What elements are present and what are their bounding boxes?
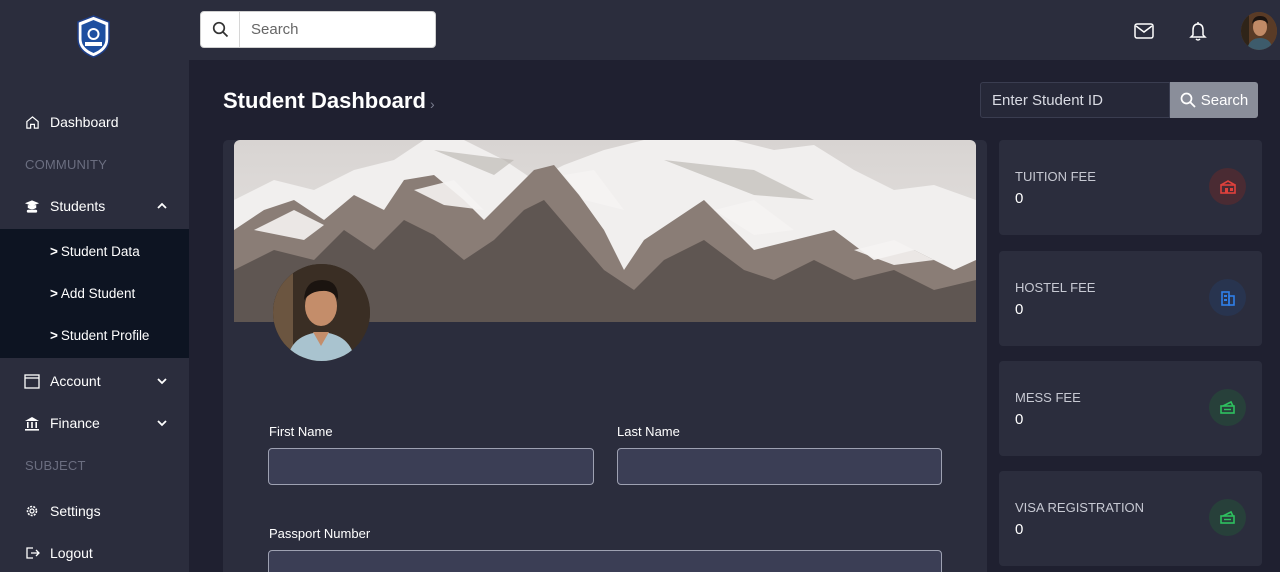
sidebar-item-label: Account [50, 373, 101, 389]
sidebar-item-student-profile[interactable]: > Student Profile [50, 328, 149, 343]
breadcrumb-caret: › [430, 96, 435, 112]
first-name-field[interactable] [268, 448, 594, 485]
bell-icon[interactable] [1187, 20, 1209, 42]
student-icon [24, 198, 40, 214]
window-icon [24, 373, 40, 389]
student-id-input[interactable] [980, 82, 1170, 118]
stat-label: TUITION FEE [1015, 169, 1096, 184]
profile-photo[interactable] [273, 264, 370, 361]
stat-card-mess-fee: MESS FEE 0 [999, 361, 1262, 456]
global-search[interactable] [200, 11, 436, 48]
mail-icon[interactable] [1133, 20, 1155, 42]
section-label-community: COMMUNITY [25, 157, 107, 172]
sidebar-item-label: Logout [50, 545, 93, 561]
money-icon [1209, 499, 1246, 536]
stat-label: HOSTEL FEE [1015, 280, 1096, 295]
logout-icon [24, 545, 40, 561]
money-icon [1209, 389, 1246, 426]
sidebar-item-settings[interactable]: Settings [0, 493, 189, 529]
stat-card-visa-registration: VISA REGISTRATION 0 [999, 471, 1262, 566]
sidebar-item-label: Dashboard [50, 114, 119, 130]
sidebar-item-add-student[interactable]: > Add Student [50, 286, 135, 301]
sidebar: Dashboard COMMUNITY Students > Student Da… [0, 0, 189, 572]
stat-card-hostel-fee: HOSTEL FEE 0 [999, 251, 1262, 346]
stat-value: 0 [1015, 301, 1024, 318]
sidebar-item-students[interactable]: Students [0, 188, 189, 224]
sidebar-item-account[interactable]: Account [0, 363, 189, 399]
student-search-button[interactable]: Search [1170, 82, 1258, 118]
sidebar-item-label: Settings [50, 503, 101, 519]
section-label-subject: SUBJECT [25, 458, 86, 473]
stat-card-tuition-fee: TUITION FEE 0 [999, 140, 1262, 235]
gear-icon [24, 503, 40, 519]
university-logo [77, 15, 110, 58]
page-title: Student Dashboard [223, 88, 426, 113]
search-icon[interactable] [201, 12, 240, 47]
home-icon [24, 114, 40, 130]
search-input[interactable] [240, 21, 430, 38]
chevron-down-icon [157, 378, 167, 385]
passport-number-field[interactable] [268, 550, 942, 572]
bank-icon [1209, 168, 1246, 205]
stat-value: 0 [1015, 190, 1024, 207]
bank-icon [24, 415, 40, 431]
sidebar-item-logout[interactable]: Logout [0, 535, 189, 571]
sidebar-item-label: Finance [50, 415, 100, 431]
sidebar-item-finance[interactable]: Finance [0, 405, 189, 441]
stat-label: MESS FEE [1015, 390, 1081, 405]
building-icon [1209, 279, 1246, 316]
sidebar-item-label: Students [50, 198, 106, 214]
user-avatar[interactable] [1241, 12, 1277, 50]
students-submenu: > Student Data > Add Student > Student Prof… [0, 229, 189, 358]
search-icon [1180, 92, 1196, 108]
stat-value: 0 [1015, 411, 1024, 428]
first-name-label: First Name [269, 424, 333, 439]
stat-value: 0 [1015, 521, 1024, 538]
student-search-button-label: Search [1200, 91, 1249, 109]
chevron-up-icon [157, 202, 167, 209]
last-name-field[interactable] [617, 448, 942, 485]
sidebar-item-dashboard[interactable]: Dashboard [0, 104, 189, 140]
passport-number-label: Passport Number [269, 526, 371, 541]
last-name-label: Last Name [617, 424, 680, 439]
stat-label: VISA REGISTRATION [1015, 500, 1145, 515]
sidebar-item-student-data[interactable]: > Student Data [50, 244, 140, 259]
chevron-down-icon [157, 420, 167, 427]
